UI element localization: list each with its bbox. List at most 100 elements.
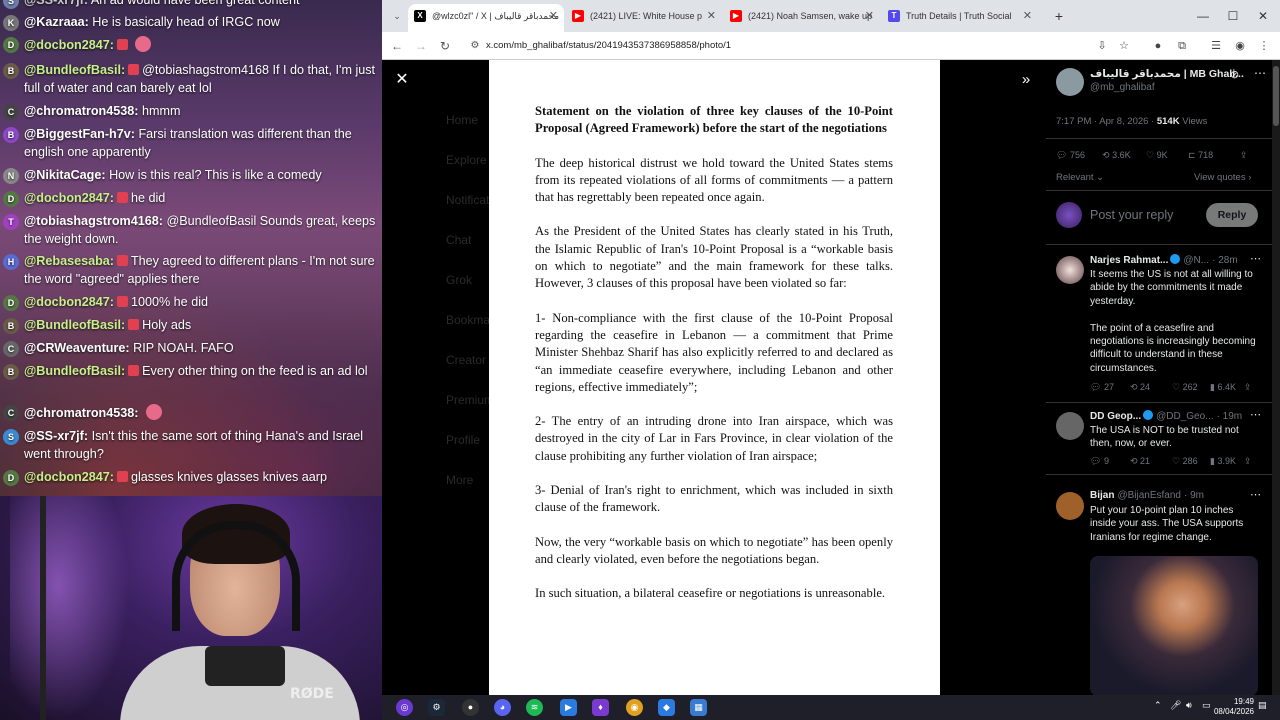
chat-username[interactable]: @BiggestFan-h7v: <box>24 127 135 141</box>
chat-username[interactable]: @chromatron4538: <box>24 406 138 420</box>
tab-2[interactable]: ▶ (2421) LIVE: White House p ✕ <box>566 4 722 32</box>
more-options-icon[interactable]: ⋯ <box>1254 66 1266 80</box>
app-icon[interactable]: ▶ <box>560 699 577 716</box>
view-quotes-link[interactable]: View quotes › <box>1194 172 1251 183</box>
notification-icon[interactable]: ▤ <box>1258 700 1267 711</box>
site-info-icon[interactable]: ⚙ <box>466 37 484 55</box>
chat-username[interactable]: @docbon2847: <box>24 191 114 205</box>
repost-count-button[interactable]: ⟲ 3.6K <box>1102 150 1131 161</box>
extensions-puzzle-icon[interactable]: ⧉ <box>1174 37 1190 55</box>
spotify-icon[interactable]: ≋ <box>526 699 543 716</box>
reply-avatar[interactable] <box>1056 492 1084 520</box>
author-handle[interactable]: @mb_ghalibaf <box>1090 82 1155 93</box>
chat-username[interactable]: @tobiashagstrom4168: <box>24 214 163 228</box>
bookmark-count-button[interactable]: ⊏ 718 <box>1188 150 1213 161</box>
clock[interactable]: 19:49 08/04/2026 <box>1214 697 1254 717</box>
chat-username[interactable]: @BundleofBasil: <box>24 364 125 378</box>
app-launcher-icon[interactable]: ◎ <box>396 699 413 716</box>
browser-menu-icon[interactable]: ⋮ <box>1256 37 1272 55</box>
new-tab-button[interactable]: + <box>1044 6 1074 26</box>
share-icon[interactable]: ⇪ <box>1240 150 1248 161</box>
statement-image[interactable]: Statement on the violation of three key … <box>489 60 940 695</box>
steam-icon[interactable]: ⚙ <box>428 699 445 716</box>
reply-time[interactable]: · 19m <box>1217 411 1243 422</box>
author-name[interactable]: محمدباقر قالیباف | MB Ghali... <box>1090 68 1244 80</box>
app-icon[interactable]: ♦ <box>592 699 609 716</box>
tab-1[interactable]: X @wlzc0zl" / X | محمدباقر قالیباف ✕ <box>408 4 564 32</box>
scrollbar-thumb[interactable] <box>1273 66 1279 126</box>
calculator-icon[interactable]: ▦ <box>690 699 707 716</box>
tab-3[interactable]: ▶ (2421) Noah Samsen, wake up ✕ <box>724 4 880 32</box>
reply-views-button[interactable]: ▮ 6.4K <box>1210 382 1236 393</box>
chat-username[interactable]: @NikitaCage: <box>24 168 106 182</box>
chat-username[interactable]: @docbon2847: <box>24 38 114 52</box>
bookmark-star-icon[interactable]: ☆ <box>1116 37 1132 55</box>
reply-more-icon[interactable]: ⋯ <box>1250 488 1261 501</box>
tab-search-icon[interactable]: ⌄ <box>388 7 406 25</box>
grok-icon[interactable]: ⊘ <box>1230 68 1239 81</box>
like-count-button[interactable]: ♡ 9K <box>1146 150 1168 161</box>
tab-close-icon[interactable]: ✕ <box>865 4 874 28</box>
reply-likes-button[interactable]: ♡ 286 <box>1172 456 1198 467</box>
network-icon[interactable]: ▭ <box>1202 700 1211 711</box>
reading-list-icon[interactable]: ☰ <box>1208 37 1224 55</box>
sort-replies-dropdown[interactable]: Relevant ⌄ <box>1056 172 1104 183</box>
volume-icon[interactable]: 🔊︎ <box>1186 700 1192 711</box>
obs-icon[interactable]: ● <box>462 699 479 716</box>
reply-attached-photo[interactable] <box>1090 556 1258 695</box>
tab-close-icon[interactable]: ✕ <box>549 4 558 28</box>
reply-views-button[interactable]: ▮ 3.9K <box>1210 456 1236 467</box>
forward-icon[interactable]: → <box>412 37 430 55</box>
reply-time[interactable]: · 28m <box>1212 255 1238 266</box>
tab-4[interactable]: T Truth Details | Truth Social ✕ <box>882 4 1038 32</box>
reply-input[interactable]: Post your reply <box>1090 208 1173 222</box>
chat-username[interactable]: @SS-xr7jf: <box>24 0 88 7</box>
author-avatar[interactable] <box>1056 68 1084 96</box>
close-window-button[interactable]: ✕ <box>1248 6 1278 26</box>
chrome-icon[interactable]: ◉ <box>626 699 643 716</box>
reply-reposts-button[interactable]: ⟲ 24 <box>1130 382 1150 393</box>
share-icon[interactable]: ⇪ <box>1244 456 1252 467</box>
reply-more-icon[interactable]: ⋯ <box>1250 408 1261 421</box>
chat-username[interactable]: @Rebasesaba: <box>24 254 114 268</box>
chat-username[interactable]: @CRWeaventure: <box>24 341 130 355</box>
app-icon[interactable]: ◆ <box>658 699 675 716</box>
chat-username[interactable]: @docbon2847: <box>24 295 114 309</box>
reply-more-icon[interactable]: ⋯ <box>1250 252 1261 265</box>
reply-avatar[interactable] <box>1056 412 1084 440</box>
reply-handle[interactable]: @DD_Geo... <box>1156 411 1213 422</box>
reply-time[interactable]: · 9m <box>1184 490 1204 501</box>
reply-replies-button[interactable]: 💬︎ 27 <box>1090 382 1114 393</box>
maximize-button[interactable]: ☐ <box>1218 6 1248 26</box>
scrollbar[interactable] <box>1272 60 1280 695</box>
chat-username[interactable]: @BundleofBasil: <box>24 318 125 332</box>
reply-count-button[interactable]: 💬︎ 756 <box>1056 150 1085 161</box>
chat-username[interactable]: @docbon2847: <box>24 470 114 484</box>
profile-avatar-icon[interactable]: ◉ <box>1232 37 1248 55</box>
expand-panel-icon[interactable]: » <box>1016 70 1036 90</box>
url-field[interactable]: x.com/mb_ghalibaf/status/204194353738695… <box>486 37 731 55</box>
chat-username[interactable]: @SS-xr7jf: <box>24 429 88 443</box>
share-icon[interactable]: ⇪ <box>1244 382 1252 393</box>
reply-handle[interactable]: @BijanEsfand <box>1117 490 1181 501</box>
reply-handle[interactable]: @N... <box>1183 255 1209 266</box>
reload-icon[interactable]: ↻ <box>436 37 454 55</box>
back-icon[interactable]: ← <box>388 37 406 55</box>
close-icon[interactable]: ✕ <box>392 70 412 90</box>
microphone-tray-icon[interactable]: 🎤︎ <box>1170 700 1181 711</box>
reply-replies-button[interactable]: 💬︎ 9 <box>1090 456 1109 467</box>
reply-author-name[interactable]: Bijan <box>1090 490 1114 501</box>
tab-close-icon[interactable]: ✕ <box>707 4 716 28</box>
reply-author-name[interactable]: Narjes Rahmat... <box>1090 255 1168 266</box>
tray-chevron-icon[interactable]: ⌃ <box>1154 700 1162 711</box>
chat-username[interactable]: @Kazraaa: <box>24 15 89 29</box>
reply-likes-button[interactable]: ♡ 262 <box>1172 382 1198 393</box>
tab-close-icon[interactable]: ✕ <box>1023 4 1032 28</box>
chat-username[interactable]: @BundleofBasil: <box>24 63 125 77</box>
reply-button[interactable]: Reply <box>1206 203 1258 227</box>
reply-avatar[interactable] <box>1056 256 1084 284</box>
install-app-icon[interactable]: ⇩ <box>1094 37 1110 55</box>
discord-icon[interactable]: ◕ <box>494 699 511 716</box>
reply-reposts-button[interactable]: ⟲ 21 <box>1130 456 1150 467</box>
extension-icon[interactable]: ● <box>1150 37 1166 55</box>
